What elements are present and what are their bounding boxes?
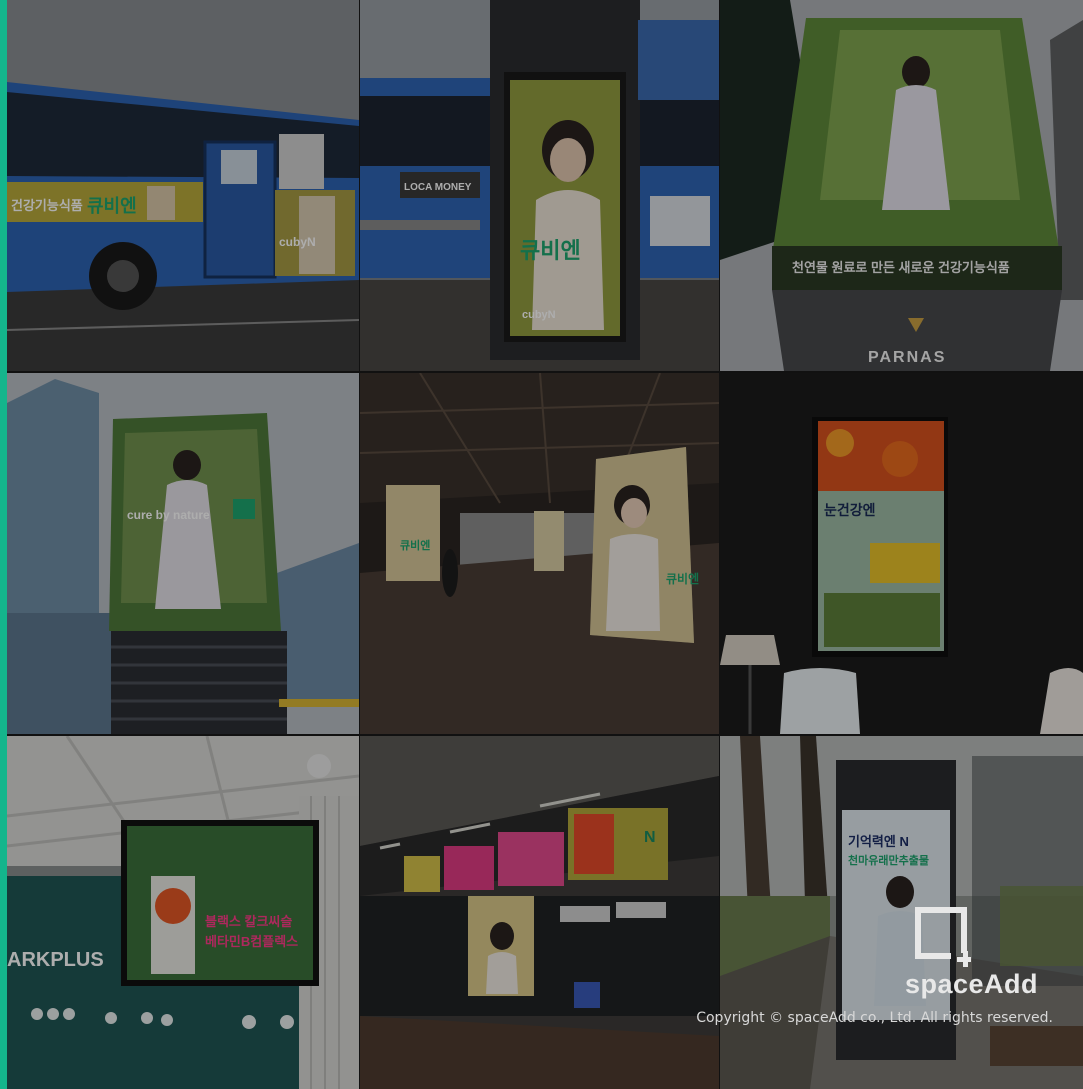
brand-logo-icon [915,907,971,967]
photo-bus-ad: 건강기능식품 큐비엔 cubyN [7,0,359,371]
store-ad-line1: 블랙스 칼크씨슬 [205,914,292,929]
parnas-screen-caption: 천연물 원료로 만든 새로운 건강기능식품 [792,260,1010,275]
kiosk-poster-line2: 천마유래만추출물 [848,853,929,867]
bus-ad-left-text: 건강기능식품 [11,198,83,213]
bus-ad-text: 큐비엔 [87,196,137,216]
lobby-display-title: 눈건강엔 [824,502,876,518]
photo-bus-stop-poster: LOCA MONEY 큐비엔 cubyN [360,0,719,371]
accent-bar [0,0,7,1089]
copyright-notice: Copyright © spaceAdd co., Ltd. All right… [696,1010,1053,1026]
photo-lobby-display: 눈건강엔 [720,373,1083,734]
tower-screen-slogan: cure by nature [127,508,210,522]
photo-subway-platform: N [360,736,719,1089]
bus-stop-bus-panel: LOCA MONEY [404,182,472,193]
kiosk-poster-line1: 기억력엔 N [848,834,909,849]
bus-stop-poster-brand: cubyN [522,309,556,321]
parnas-building-name: PARNAS [868,349,946,366]
subway-ad-text: N [644,829,656,846]
store-name: ARKPLUS [7,949,104,971]
station-pillar-text-left: 큐비엔 [400,538,430,552]
photo-parnas-tower: 천연물 원료로 만든 새로운 건강기능식품 PARNAS [720,0,1083,371]
brand-logo: spaceAdd [905,903,1055,1003]
station-pillar-text-right: 큐비엔 [666,571,699,586]
photo-tower-screen: cure by nature [7,373,359,734]
photo-station-pillars: 큐비엔 큐비엔 [360,373,719,734]
brand-logo-name: spaceAdd [905,969,1039,999]
bus-stop-poster-title: 큐비엔 [520,238,581,263]
store-ad-line2: 베타민B컴플렉스 [205,934,298,949]
bus-ad-brand: cubyN [279,235,316,249]
photo-store-screen: ARKPLUS 블랙스 칼크씨슬 베타민B컴플렉스 [7,736,359,1089]
